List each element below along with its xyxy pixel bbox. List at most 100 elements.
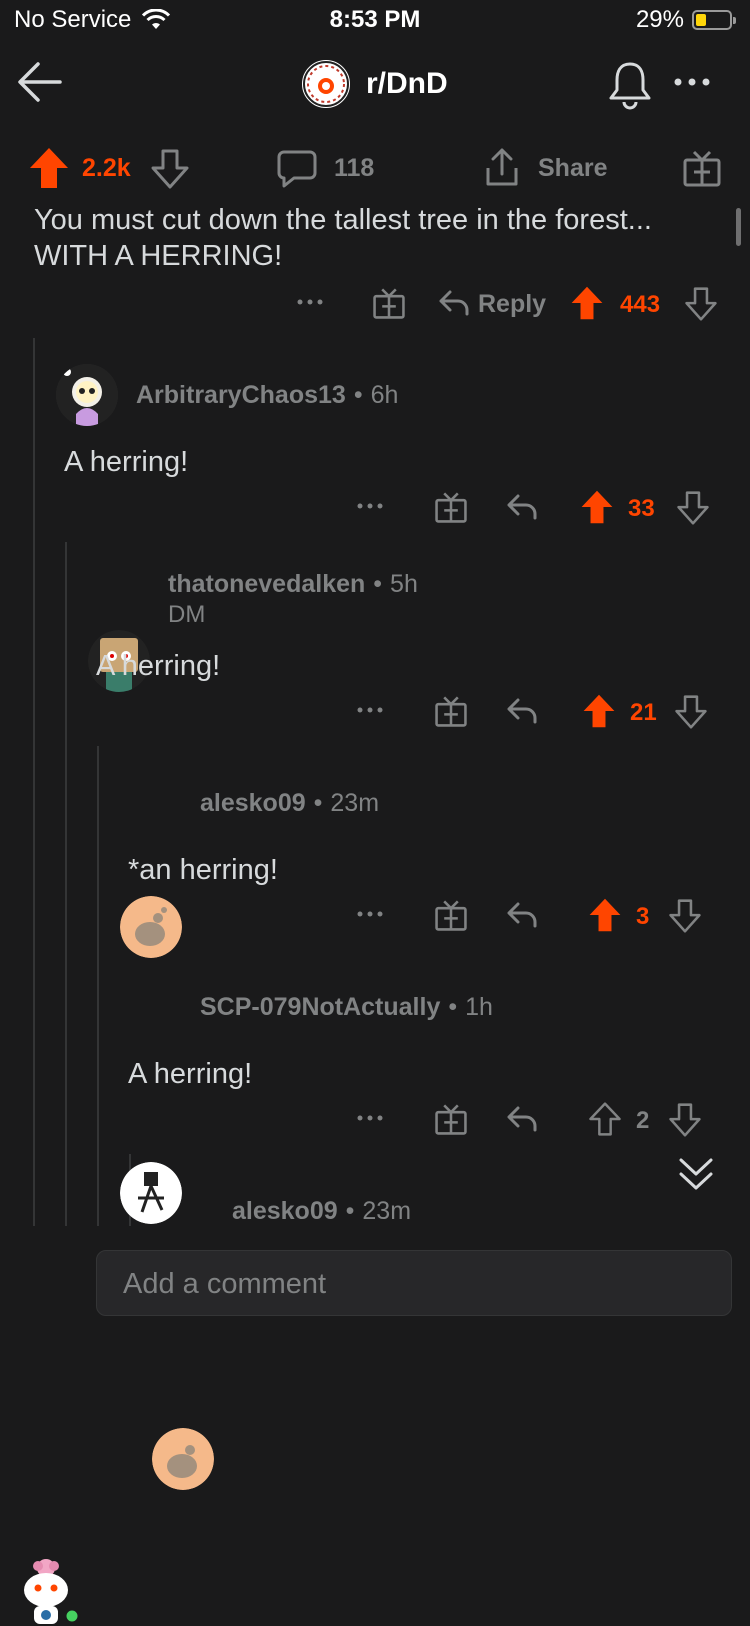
comment-header: ArbitraryChaos13 • 6h: [136, 381, 398, 410]
comment-reply-button[interactable]: [506, 696, 538, 726]
gift-icon: [435, 1104, 467, 1135]
comment-award-button[interactable]: [434, 1102, 468, 1136]
comment-age: 6h: [370, 381, 399, 409]
comment-award-button[interactable]: [434, 694, 468, 728]
comment-downvote-button[interactable]: [676, 490, 710, 526]
reply-arrow-icon: [439, 290, 469, 316]
comment-reply-button[interactable]: [506, 900, 538, 930]
comment-downvote-button[interactable]: [668, 1102, 702, 1138]
avatar[interactable]: [56, 364, 118, 426]
comment-more-button[interactable]: [356, 700, 384, 720]
comment-more-button[interactable]: [356, 496, 384, 516]
gift-icon: [435, 696, 467, 727]
gift-icon: [683, 150, 721, 187]
reply-arrow-icon: [507, 494, 537, 520]
downvote-icon: [669, 1103, 701, 1137]
username[interactable]: alesko09: [232, 1197, 338, 1226]
comment-upvote-button[interactable]: [582, 693, 616, 729]
back-arrow-icon: [18, 62, 62, 102]
username[interactable]: thatonevedalken: [168, 570, 365, 599]
comment-score: 2: [636, 1107, 650, 1134]
subreddit-name: r/DnD: [366, 67, 448, 100]
battery-percent: 29%: [635, 6, 684, 33]
username[interactable]: ArbitraryChaos13: [136, 381, 346, 410]
downvote-icon: [669, 899, 701, 933]
share-button[interactable]: [482, 146, 522, 190]
avatar[interactable]: [120, 896, 182, 958]
post-score: 2.2k: [82, 154, 131, 182]
comment-upvote-button[interactable]: [588, 1101, 622, 1137]
subreddit-avatar: [300, 58, 352, 110]
parent-downvote-button[interactable]: [684, 286, 718, 322]
post-upvote-button[interactable]: [28, 146, 70, 190]
award-button[interactable]: [682, 148, 722, 188]
post-downvote-button[interactable]: [150, 148, 190, 190]
avatar[interactable]: [120, 1162, 182, 1224]
upvote-outline-icon: [589, 1102, 621, 1136]
upvote-filled-icon: [581, 490, 613, 524]
separator-dot: •: [353, 381, 363, 409]
comment-score: 33: [628, 495, 655, 522]
scrollbar[interactable]: [736, 208, 741, 246]
more-options-button[interactable]: [672, 74, 716, 90]
parent-score: 443: [620, 291, 661, 318]
user-flair: DM: [168, 601, 206, 628]
username[interactable]: alesko09: [200, 789, 306, 818]
add-comment-input[interactable]: Add a comment: [96, 1250, 732, 1316]
comment-upvote-button[interactable]: [588, 897, 622, 933]
post-comment-count: 118: [334, 154, 375, 182]
comment-header: SCP-079NotActually • 1h: [200, 993, 493, 1022]
reply-arrow-icon: [507, 1106, 537, 1132]
back-button[interactable]: [16, 58, 64, 106]
user-avatar[interactable]: [16, 1554, 82, 1626]
thread-line-3[interactable]: [97, 746, 99, 1226]
parent-reply-button[interactable]: [438, 288, 470, 318]
comment-age: 5h: [390, 570, 418, 598]
comment-more-button[interactable]: [356, 904, 384, 924]
thread-line-1[interactable]: [33, 338, 35, 1226]
comment-score: 21: [630, 699, 657, 726]
parent-award-button[interactable]: [372, 286, 406, 320]
reply-label[interactable]: Reply: [478, 290, 546, 319]
comment-award-button[interactable]: [434, 490, 468, 524]
gift-icon: [435, 492, 467, 523]
username[interactable]: SCP-079NotActually: [200, 993, 440, 1022]
parent-comment-text: You must cut down the tallest tree in th…: [34, 204, 652, 272]
post-comments-button[interactable]: [276, 148, 318, 190]
comment-award-button[interactable]: [434, 898, 468, 932]
more-dots-icon: [357, 503, 383, 509]
reply-arrow-icon: [507, 902, 537, 928]
comment-downvote-button[interactable]: [668, 898, 702, 934]
double-chevron-down-icon: [679, 1158, 713, 1190]
comment-downvote-button[interactable]: [674, 694, 708, 730]
gift-icon: [373, 288, 405, 319]
separator-dot: •: [345, 1197, 355, 1225]
comment-age: 23m: [330, 789, 380, 817]
comment-reply-button[interactable]: [506, 1104, 538, 1134]
comment-header: alesko09 • 23m: [232, 1197, 411, 1226]
share-label[interactable]: Share: [538, 154, 607, 183]
separator-dot: •: [448, 993, 458, 1021]
comment-body: A herring!: [96, 650, 221, 682]
comment-body: *an herring!: [128, 854, 278, 886]
comment-more-button[interactable]: [356, 1108, 384, 1128]
comment-reply-button[interactable]: [506, 492, 538, 522]
comment-score: 3: [636, 903, 650, 930]
more-dots-icon: [357, 707, 383, 713]
avatar[interactable]: [152, 1428, 214, 1490]
reply-arrow-icon: [507, 698, 537, 724]
bell-icon: [609, 62, 651, 110]
share-icon: [486, 148, 518, 186]
comment-upvote-button[interactable]: [580, 489, 614, 525]
parent-upvote-button[interactable]: [570, 285, 604, 321]
thread-line-2[interactable]: [65, 542, 67, 1226]
comment-age: 23m: [362, 1197, 412, 1225]
next-comment-button[interactable]: [676, 1154, 716, 1194]
comment-header: thatonevedalken • 5h: [168, 570, 418, 599]
more-dots-icon: [674, 78, 710, 86]
notifications-button[interactable]: [606, 60, 654, 110]
separator-dot: •: [373, 570, 383, 598]
separator-dot: •: [313, 789, 323, 817]
parent-more-button[interactable]: [296, 292, 324, 312]
subreddit-header[interactable]: r/DnD: [300, 58, 448, 110]
